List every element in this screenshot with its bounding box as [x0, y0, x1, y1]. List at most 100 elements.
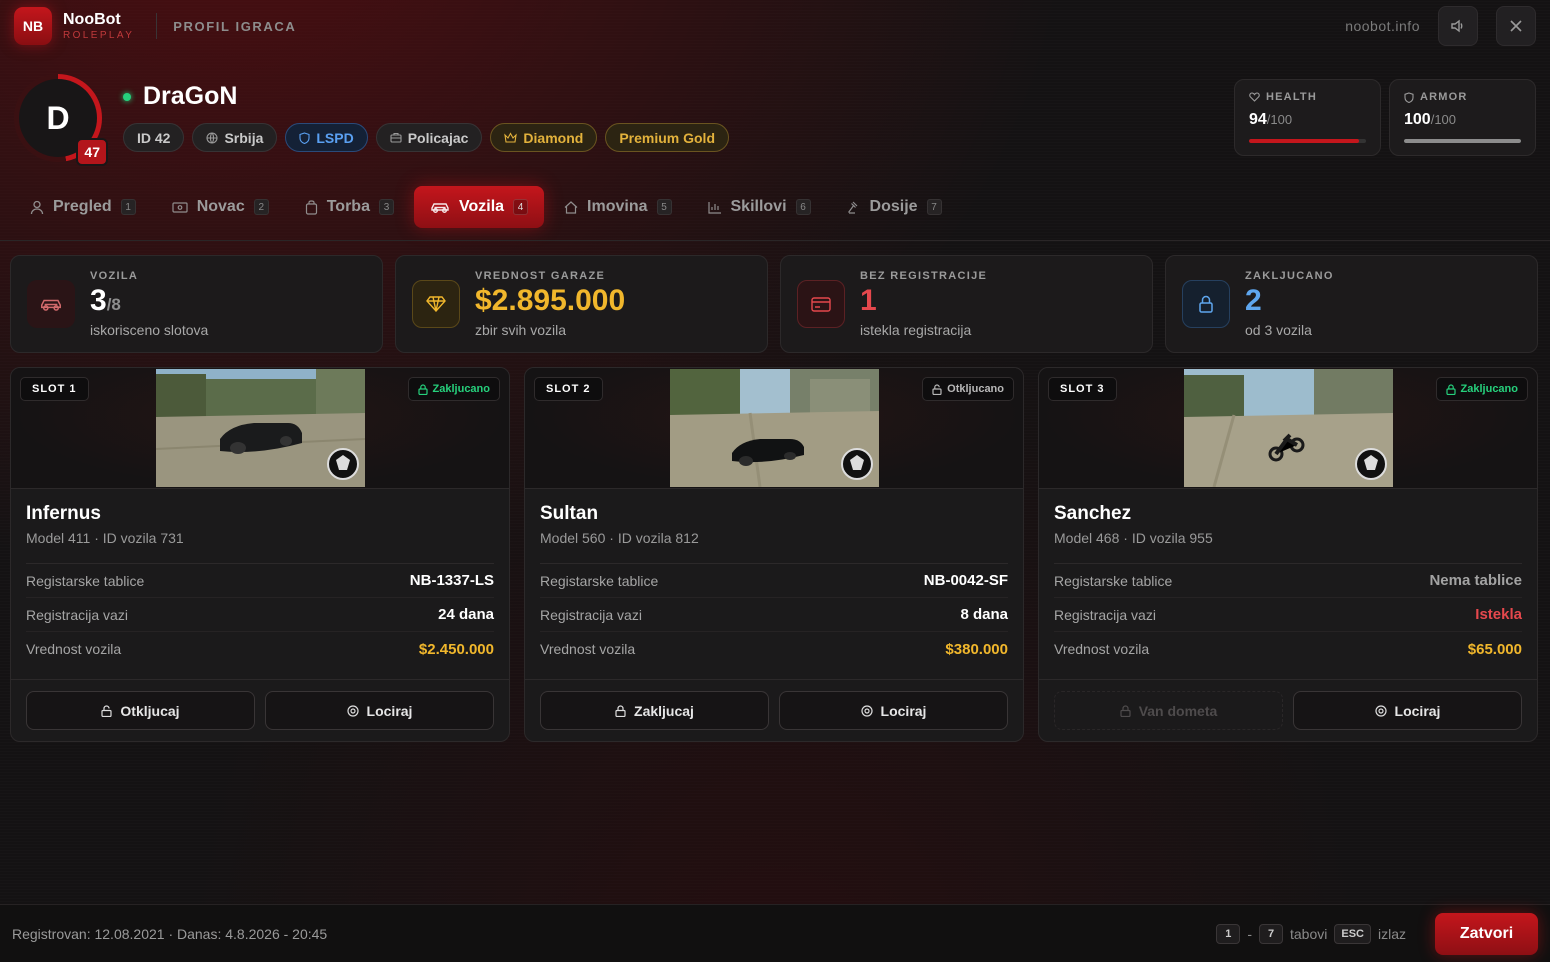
cash-icon [172, 201, 188, 213]
tab-torba[interactable]: Torba 3 [289, 186, 410, 228]
unlock-button[interactable]: Otkljucaj [26, 691, 255, 730]
vehicle-photo [1184, 369, 1393, 487]
summary-sub: zbir svih vozila [475, 322, 567, 338]
tab-bar: Pregled 1 Novac 2 Torba 3 Vozila 4 Imovina 5 … [14, 186, 958, 228]
armor-shield-icon [1404, 91, 1414, 103]
summary-locked: ZAKLJUCANO 2 od 3 vozila [1165, 255, 1538, 353]
target-icon [860, 704, 873, 717]
tab-imovina[interactable]: Imovina 5 [548, 186, 687, 228]
locate-button[interactable]: Lociraj [779, 691, 1008, 730]
row-label: Registracija vazi [540, 606, 642, 623]
tab-label: Vozila [458, 198, 505, 215]
summary-sub: iskorisceno slotova [90, 322, 209, 338]
target-icon [1374, 704, 1387, 717]
summary-sub: od 3 vozila [1245, 322, 1312, 338]
vehicle-meta: Model 411 · ID vozila 731 [26, 530, 184, 546]
registration-row: Registracija vazi 8 dana [540, 598, 1008, 632]
row-label: Vrednost vozila [540, 641, 636, 657]
summary-garage-value: VREDNOST GARAZE $2.895.000 zbir svih voz… [395, 255, 768, 353]
vehicle-value: $65.000 [1467, 640, 1522, 658]
tab-vozila[interactable]: Vozila 4 [413, 186, 545, 228]
tab-shortcut: 7 [926, 199, 942, 215]
armor-label: ARMOR [1420, 91, 1468, 103]
health-bar-fill [1249, 139, 1359, 143]
tab-dosije[interactable]: Dosije 7 [831, 186, 958, 228]
player-profile: D 47 DraGoN ID 42 Srbija LSPD Policajac [14, 74, 729, 166]
crown-icon [504, 132, 518, 143]
lock-icon [1182, 280, 1230, 328]
brand-name: NooBot [63, 10, 121, 28]
lock-status-label: Otkljucano [947, 383, 1004, 395]
locked-count: 2 [1245, 284, 1262, 317]
tab-skillovi[interactable]: Skillovi 6 [692, 186, 827, 228]
chart-icon [707, 201, 722, 214]
level-badge: 47 [76, 138, 108, 166]
plate-value: NB-0042-SF [923, 572, 1008, 589]
car-icon [430, 201, 450, 214]
row-label: Vrednost vozila [26, 641, 122, 657]
summary-label: BEZ REGISTRACIJE [860, 270, 988, 282]
diamond-icon [412, 280, 460, 328]
health-bar [1249, 139, 1366, 143]
close-icon [1510, 20, 1522, 32]
lock-status: Zakljucano [1435, 377, 1528, 401]
row-label: Registarske tablice [26, 572, 145, 589]
tab-shortcut: 6 [795, 199, 811, 215]
lock-status: Otkljucano [922, 377, 1014, 401]
button-label: Zakljucaj [634, 702, 694, 719]
tab-label: Dosije [869, 198, 918, 215]
garage-value: $2.895.000 [475, 284, 626, 317]
esc-key-hint: ESC [1334, 923, 1371, 944]
tab-shortcut: 2 [253, 199, 269, 215]
vehicle-card: SLOT 3 Zakljucano Sanchez Model 468 · ID… [1038, 367, 1538, 742]
out-of-range-button: Van dometa [1054, 691, 1283, 730]
row-label: Registracija vazi [1054, 606, 1156, 623]
faction-tag-label: LSPD [316, 129, 354, 146]
country-tag-label: Srbija [224, 129, 264, 146]
vip-tag-label: Diamond [523, 129, 584, 146]
online-indicator [123, 92, 131, 101]
tab-label: Imovina [587, 198, 648, 215]
tab-novac[interactable]: Novac 2 [156, 186, 285, 228]
player-tags: ID 42 Srbija LSPD Policajac Diamond Prem… [123, 123, 729, 152]
key-hint-label: tabovi [1290, 925, 1328, 942]
lock-icon [615, 704, 626, 717]
vehicle-meta: Model 560 · ID vozila 812 [540, 530, 699, 546]
vehicle-photo [670, 369, 879, 487]
close-button[interactable]: Zatvori [1435, 912, 1538, 955]
tab-shortcut: 5 [656, 199, 672, 215]
premium-tag-label: Premium Gold [619, 129, 715, 146]
heart-icon [1249, 92, 1260, 102]
tab-shortcut: 4 [513, 199, 529, 215]
button-label: Van dometa [1138, 702, 1218, 719]
site-link[interactable]: noobot.info [1345, 18, 1420, 34]
summary-label: VREDNOST GARAZE [475, 270, 606, 282]
lock-status-label: Zakljucano [1460, 383, 1518, 395]
tab-label: Torba [326, 198, 370, 215]
row-label: Registarske tablice [1054, 572, 1173, 589]
locate-button[interactable]: Lociraj [265, 691, 494, 730]
brand: NooBot ROLEPLAY [63, 10, 134, 41]
sound-button[interactable] [1438, 6, 1478, 46]
tab-pregled[interactable]: Pregled 1 [14, 186, 152, 228]
tab-label: Pregled [53, 198, 112, 215]
key-hint-label: izlaz [1377, 925, 1406, 942]
bag-icon [305, 199, 318, 215]
faction-tag: LSPD [285, 123, 368, 152]
button-label: Lociraj [1394, 702, 1441, 719]
tab-shortcut: 3 [378, 199, 394, 215]
slot-tag: SLOT 3 [1048, 377, 1117, 401]
lock-button[interactable]: Zakljucaj [540, 691, 769, 730]
card-icon [797, 280, 845, 328]
user-icon [30, 200, 44, 215]
unlock-icon [101, 704, 113, 717]
close-window-button[interactable] [1496, 6, 1536, 46]
lock-icon [417, 383, 428, 395]
tab-label: Novac [196, 198, 245, 215]
id-tag-label: ID 42 [137, 129, 171, 146]
vehicle-card: SLOT 2 Otkljucano Sultan Model 560 · ID … [524, 367, 1024, 742]
plate-row: Registarske tablice NB-1337-LS [26, 564, 494, 598]
armor-max: /100 [1430, 112, 1457, 127]
locate-button[interactable]: Lociraj [1293, 691, 1522, 730]
avatar-ring: D 47 [14, 74, 108, 166]
